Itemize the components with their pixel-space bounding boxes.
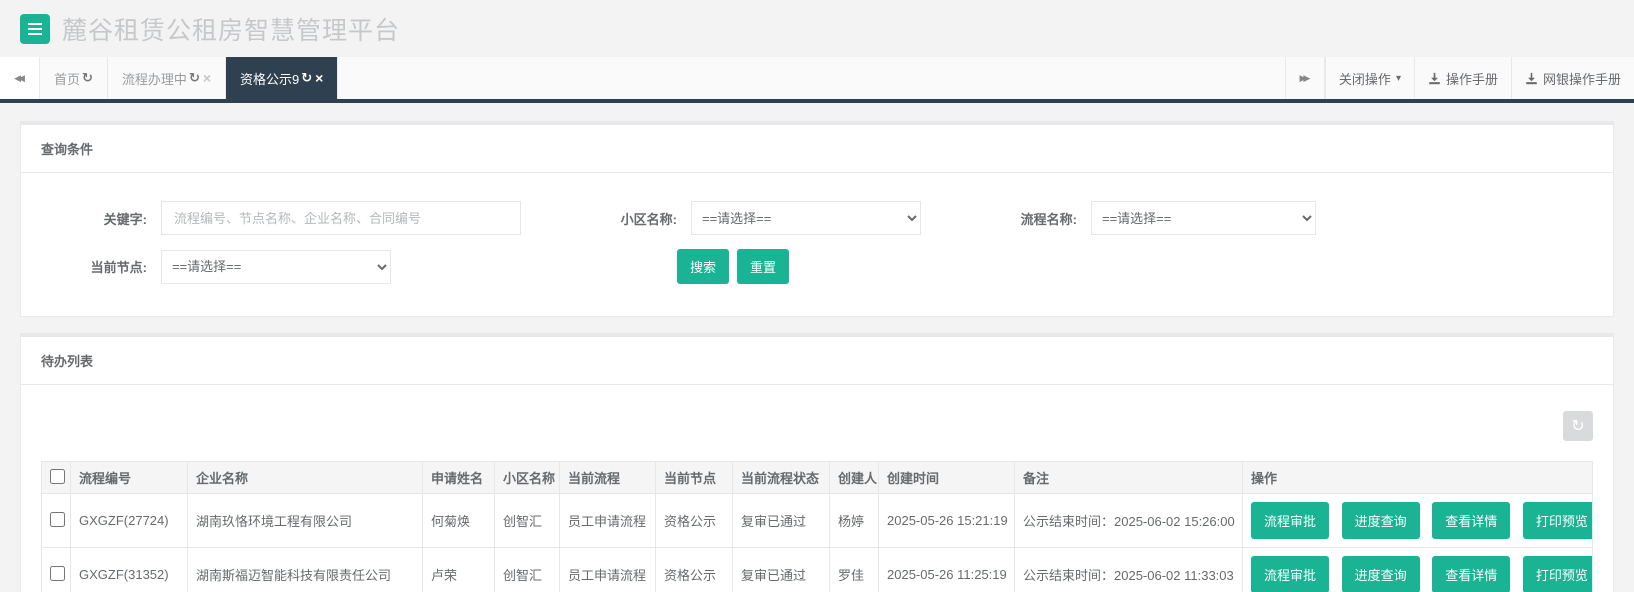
column-header-current-node: 当前节点 <box>656 462 733 494</box>
cell-remark: 公示结束时间：2025-06-02 15:26:00 <box>1015 494 1243 548</box>
cell-process-no: GXGZF(27724) <box>71 494 188 548</box>
table-header-row: 流程编号 企业名称 申请姓名 小区名称 当前流程 当前节点 当前流程状态 创建人… <box>42 462 1593 494</box>
app-header: 麓谷租赁公租房智慧管理平台 <box>0 0 1634 57</box>
manual-download-link[interactable]: 操作手册 <box>1414 57 1511 99</box>
table-refresh-button[interactable]: ↻ <box>1563 411 1593 441</box>
cell-applicant: 何菊焕 <box>423 494 495 548</box>
cell-status: 复审已通过 <box>733 548 830 592</box>
community-select[interactable]: ==请选择== <box>691 201 921 235</box>
process-approve-button[interactable]: 流程审批 <box>1251 502 1329 539</box>
todo-panel: 待办列表 ↻ 流程编号 企业名称 申请姓名 <box>20 333 1614 592</box>
column-header-process-no: 流程编号 <box>71 462 188 494</box>
query-panel-title: 查询条件 <box>21 125 1613 173</box>
process-approve-button[interactable]: 流程审批 <box>1251 556 1329 592</box>
cell-current-process: 员工申请流程 <box>560 494 656 548</box>
query-buttons: 搜索 重置 <box>677 249 789 284</box>
row-checkbox[interactable] <box>50 512 65 527</box>
cell-created-at: 2025-05-26 15:21:19 <box>879 494 1015 548</box>
tab-home[interactable]: 首页 ↻ <box>40 57 108 99</box>
tab-label: 流程办理中 <box>122 69 187 88</box>
table-toolbar: ↻ <box>41 385 1593 461</box>
todo-list-body: ↻ 流程编号 企业名称 申请姓名 小区名称 当前流程 <box>21 385 1613 592</box>
close-operations-label: 关闭操作 <box>1339 69 1391 88</box>
view-details-button[interactable]: 查看详情 <box>1432 556 1510 592</box>
column-header-company: 企业名称 <box>188 462 423 494</box>
reload-icon: ↻ <box>1571 416 1584 436</box>
column-header-remark: 备注 <box>1015 462 1243 494</box>
double-chevron-right-icon: ▶▶ <box>1300 73 1308 84</box>
community-label: 小区名称: <box>521 209 691 228</box>
close-operations-menu[interactable]: 关闭操作 ▾ <box>1325 57 1414 99</box>
reset-button[interactable]: 重置 <box>737 249 789 284</box>
cell-creator: 罗佳 <box>830 548 879 592</box>
double-chevron-left-icon: ◀◀ <box>14 73 22 84</box>
bank-manual-download-link[interactable]: 网银操作手册 <box>1511 57 1634 99</box>
page-title: 麓谷租赁公租房智慧管理平台 <box>62 11 400 47</box>
cell-applicant: 卢荣 <box>423 548 495 592</box>
tab-process-handling[interactable]: 流程办理中 ↻ × <box>108 57 226 99</box>
column-header-applicant: 申请姓名 <box>423 462 495 494</box>
tabs-scroll-left-button[interactable]: ◀◀ <box>0 57 40 99</box>
cell-operations: 流程审批 进度查询 查看详情 打印预览 <box>1243 548 1593 592</box>
search-button[interactable]: 搜索 <box>677 249 729 284</box>
cell-created-at: 2025-05-26 11:25:19 <box>879 548 1015 592</box>
process-name-label: 流程名称: <box>921 209 1091 228</box>
hamburger-icon <box>28 28 42 30</box>
keyword-input[interactable] <box>161 201 521 235</box>
todo-panel-title: 待办列表 <box>21 337 1613 385</box>
tabs-scroll-right-button[interactable]: ▶▶ <box>1285 57 1325 99</box>
cell-process-no: GXGZF(31352) <box>71 548 188 592</box>
tab-bar: ◀◀ 首页 ↻ 流程办理中 ↻ × 资格公示9 ↻ × ▶▶ 关闭操作 ▾ 操作… <box>0 57 1634 103</box>
cell-creator: 杨婷 <box>830 494 879 548</box>
manual-label: 操作手册 <box>1446 69 1498 88</box>
table-row: GXGZF(31352) 湖南斯福迈智能科技有限责任公司 卢荣 创智汇 员工申请… <box>42 548 1593 592</box>
caret-down-icon: ▾ <box>1396 73 1401 84</box>
main-content: 查询条件 关键字: 小区名称: ==请选择== 流程名称: ==请选择== 当前… <box>0 103 1634 592</box>
tab-label: 资格公示9 <box>240 69 299 88</box>
column-header-community: 小区名称 <box>495 462 560 494</box>
menu-button[interactable] <box>20 14 50 44</box>
cell-operations: 流程审批 进度查询 查看详情 打印预览 <box>1243 494 1593 548</box>
download-icon <box>1428 72 1441 85</box>
process-name-select[interactable]: ==请选择== <box>1091 201 1316 235</box>
cell-current-node: 资格公示 <box>656 548 733 592</box>
cell-current-process: 员工申请流程 <box>560 548 656 592</box>
cell-company: 湖南斯福迈智能科技有限责任公司 <box>188 548 423 592</box>
progress-query-button[interactable]: 进度查询 <box>1342 502 1420 539</box>
cell-community: 创智汇 <box>495 548 560 592</box>
column-header-current-process: 当前流程 <box>560 462 656 494</box>
select-all-checkbox[interactable] <box>50 469 65 484</box>
cell-status: 复审已通过 <box>733 494 830 548</box>
current-node-select[interactable]: ==请选择== <box>161 250 391 284</box>
column-header-operations: 操作 <box>1243 462 1593 494</box>
view-details-button[interactable]: 查看详情 <box>1432 502 1510 539</box>
cell-remark: 公示结束时间：2025-06-02 11:33:03 <box>1015 548 1243 592</box>
column-header-creator: 创建人 <box>830 462 879 494</box>
tabbar-spacer <box>338 57 1285 99</box>
query-form: 关键字: 小区名称: ==请选择== 流程名称: ==请选择== 当前节点: =… <box>21 173 1613 316</box>
close-icon[interactable]: × <box>203 70 211 86</box>
bank-manual-label: 网银操作手册 <box>1543 69 1621 88</box>
cell-current-node: 资格公示 <box>656 494 733 548</box>
column-header-created-at: 创建时间 <box>879 462 1015 494</box>
refresh-icon[interactable]: ↻ <box>82 70 93 86</box>
progress-query-button[interactable]: 进度查询 <box>1342 556 1420 592</box>
close-icon[interactable]: × <box>315 70 323 86</box>
cell-company: 湖南玖恪环境工程有限公司 <box>188 494 423 548</box>
keyword-label: 关键字: <box>41 209 161 228</box>
print-preview-button[interactable]: 打印预览 <box>1523 556 1593 592</box>
print-preview-button[interactable]: 打印预览 <box>1523 502 1593 539</box>
table-row: GXGZF(27724) 湖南玖恪环境工程有限公司 何菊焕 创智汇 员工申请流程… <box>42 494 1593 548</box>
column-header-status: 当前流程状态 <box>733 462 830 494</box>
refresh-icon[interactable]: ↻ <box>189 70 200 86</box>
download-icon <box>1525 72 1538 85</box>
current-node-label: 当前节点: <box>41 257 161 276</box>
tab-qualification-publicity[interactable]: 资格公示9 ↻ × <box>226 57 338 99</box>
todo-table: 流程编号 企业名称 申请姓名 小区名称 当前流程 当前节点 当前流程状态 创建人… <box>41 461 1593 592</box>
query-panel: 查询条件 关键字: 小区名称: ==请选择== 流程名称: ==请选择== 当前… <box>20 121 1614 317</box>
cell-community: 创智汇 <box>495 494 560 548</box>
tab-label: 首页 <box>54 69 80 88</box>
refresh-icon[interactable]: ↻ <box>301 70 312 86</box>
row-checkbox[interactable] <box>50 566 65 581</box>
